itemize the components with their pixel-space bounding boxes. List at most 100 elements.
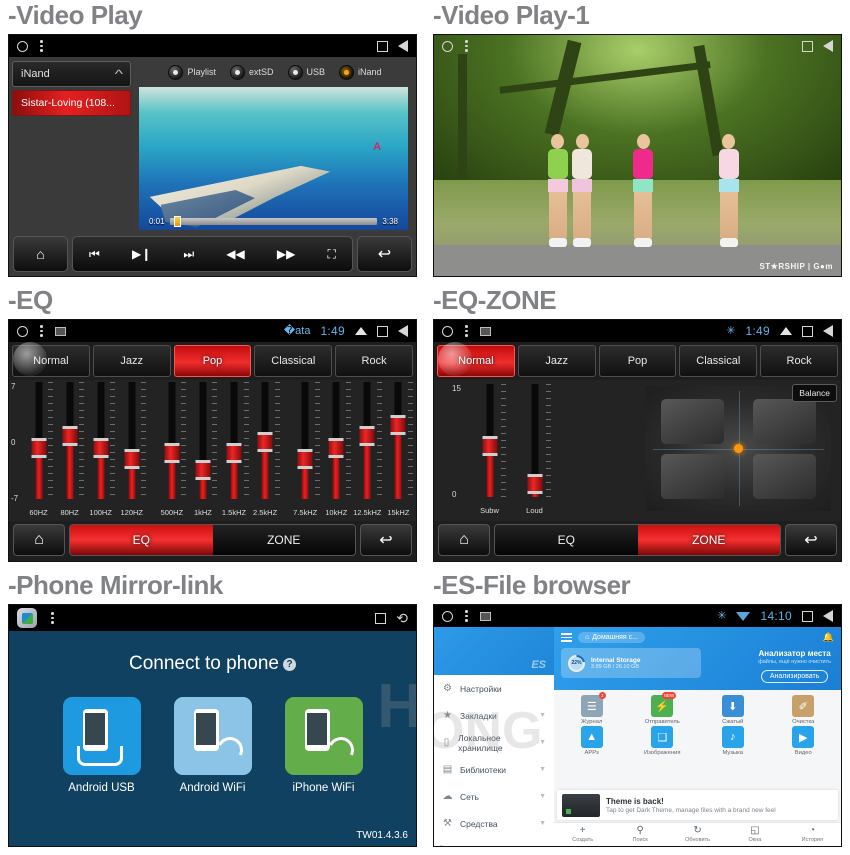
sidebar-item-device[interactable]: ▯ Локальное хранилище ▼	[434, 729, 554, 756]
recents-square-icon[interactable]	[377, 40, 388, 52]
back-triangle-icon[interactable]	[823, 325, 833, 337]
back-button[interactable]: ↩	[785, 524, 837, 556]
slider-knob[interactable]	[62, 426, 78, 447]
zone-slider-loud[interactable]: Loud	[517, 384, 552, 517]
back-triangle-icon[interactable]	[398, 325, 408, 337]
overflow-menu-icon[interactable]	[465, 40, 468, 52]
help-icon[interactable]: ?	[283, 658, 296, 671]
slider-knob[interactable]	[226, 443, 242, 464]
tile-iphone-wifi[interactable]: iPhone WiFi	[284, 697, 363, 794]
overflow-menu-icon[interactable]	[465, 610, 468, 622]
theme-banner[interactable]: Theme is back! Tap to get Dark Theme, ma…	[557, 790, 838, 820]
back-triangle-icon[interactable]	[823, 610, 833, 622]
app-tile-музыка[interactable]: ♪ Музыка	[698, 726, 768, 756]
slider-knob[interactable]	[31, 437, 47, 458]
eq-band-1khz[interactable]: 1kHZ	[187, 382, 218, 519]
tile-android-usb[interactable]: Android USB	[62, 697, 141, 794]
back-button[interactable]: ↩	[360, 524, 412, 556]
eq-band-120hz[interactable]: 120HZ	[116, 382, 147, 519]
slider-knob[interactable]	[93, 437, 109, 458]
source-radio-inand[interactable]: iNand	[339, 64, 382, 80]
play-pause-icon[interactable]: ▶❙	[132, 247, 151, 261]
tab-zone[interactable]: ZONE	[212, 525, 355, 555]
slider-knob[interactable]	[482, 436, 497, 457]
sidebar-item-wrench[interactable]: ⚒ Средства ▼	[434, 810, 554, 837]
source-radio-extsd[interactable]: extSD	[229, 64, 274, 80]
back-rotate-icon[interactable]: ⟲	[396, 610, 408, 627]
notification-bell-icon[interactable]: 🔔	[823, 632, 834, 643]
eq-band-60hz[interactable]: 60HZ	[23, 382, 54, 519]
home-circle-icon[interactable]	[442, 40, 453, 52]
eq-band-2.5khz[interactable]: 2.5kHZ	[250, 382, 281, 519]
sidebar-item-star[interactable]: ★ Закладки ▼	[434, 702, 554, 729]
tab-eq[interactable]: EQ	[70, 525, 213, 555]
seek-bar[interactable]	[169, 216, 378, 227]
app-tile-видео[interactable]: ▶ Видео	[769, 726, 839, 756]
slider-knob[interactable]	[164, 443, 180, 464]
bottom-nav-создать[interactable]: + Создать	[554, 823, 611, 846]
storage-card[interactable]: 22% Internal Storage 3.89 GB / 26.10 GB	[561, 648, 701, 678]
eq-preset-pop[interactable]: Pop	[173, 345, 252, 377]
playlist-item-selected[interactable]: Sistar-Loving (108...	[12, 90, 131, 116]
tab-eq[interactable]: EQ	[495, 525, 638, 555]
recents-square-icon[interactable]	[377, 325, 388, 337]
source-radio-usb[interactable]: USB	[287, 64, 325, 80]
slider-knob[interactable]	[328, 437, 344, 458]
tile-android-wifi[interactable]: Android WiFi	[173, 697, 252, 794]
tab-zone[interactable]: ZONE	[637, 525, 780, 555]
recents-square-icon[interactable]	[375, 612, 387, 624]
prev-track-icon[interactable]: ⏮	[89, 247, 100, 262]
eq-preset-classical[interactable]: Classical	[679, 345, 758, 377]
app-tile-apps[interactable]: ▲ APPs	[557, 726, 627, 756]
slider-knob[interactable]	[297, 449, 313, 469]
overflow-menu-icon[interactable]	[40, 325, 43, 337]
rewind-icon[interactable]: ◀◀	[226, 247, 244, 261]
sidebar-toggle[interactable]	[527, 845, 546, 846]
app-tile-изображения[interactable]: ❑ Изображения	[628, 726, 698, 756]
eject-up-icon[interactable]	[780, 327, 792, 335]
slider-knob[interactable]	[195, 460, 211, 481]
home-circle-icon[interactable]	[17, 325, 28, 337]
bottom-nav-история[interactable]: ◔ История	[784, 823, 841, 846]
overflow-menu-icon[interactable]	[465, 325, 468, 337]
app-tile-очистка[interactable]: ✐ Очистка	[769, 695, 839, 725]
overflow-menu-icon[interactable]	[51, 612, 54, 624]
recents-square-icon[interactable]	[802, 325, 813, 337]
app-tile-отправитель[interactable]: ⚡ NEW Отправитель	[628, 692, 698, 725]
home-button[interactable]: ⌂	[13, 524, 65, 556]
breadcrumb[interactable]: ⌂ Домашняя с...	[578, 632, 645, 643]
eq-preset-jazz[interactable]: Jazz	[92, 345, 171, 377]
eject-up-icon[interactable]	[355, 327, 367, 335]
eq-preset-normal[interactable]: Normal	[437, 345, 515, 377]
home-circle-icon[interactable]	[442, 610, 453, 622]
home-circle-icon[interactable]	[442, 325, 453, 337]
app-tile-журнал[interactable]: ☰ 3 Журнал	[557, 692, 627, 725]
back-triangle-icon[interactable]	[823, 40, 833, 52]
seek-knob[interactable]	[173, 216, 181, 227]
back-button[interactable]: ↩	[357, 236, 412, 272]
next-track-icon[interactable]: ⏭	[183, 247, 194, 262]
home-button[interactable]: ⌂	[438, 524, 490, 556]
slider-knob[interactable]	[390, 414, 406, 435]
slider-knob[interactable]	[359, 426, 375, 447]
fast-forward-icon[interactable]: ▶▶	[277, 247, 295, 261]
eq-band-12.5khz[interactable]: 12.5kHZ	[352, 382, 383, 519]
eq-band-500hz[interactable]: 500HZ	[156, 382, 187, 519]
home-circle-icon[interactable]	[17, 40, 28, 52]
recents-square-icon[interactable]	[802, 610, 813, 622]
slider-knob[interactable]	[527, 474, 542, 495]
home-button[interactable]: ⌂	[13, 236, 68, 272]
analyze-button[interactable]: Анализировать	[760, 670, 829, 683]
eq-preset-classical[interactable]: Classical	[254, 345, 333, 377]
eq-preset-pop[interactable]: Pop	[598, 345, 677, 377]
sidebar-item-trash[interactable]: Ὕ1 Корзина	[434, 837, 554, 846]
app-tile-сжатый[interactable]: ⬇ Сжатый	[698, 695, 768, 725]
screenshot-icon[interactable]	[479, 611, 491, 621]
recents-square-icon[interactable]	[802, 40, 813, 52]
sidebar-item-gear[interactable]: ⚙ Настройки	[434, 675, 554, 702]
zone-slider-subw[interactable]: Subw	[472, 384, 507, 517]
balance-position-dot[interactable]	[734, 444, 743, 453]
eq-preset-rock[interactable]: Rock	[335, 345, 413, 377]
bottom-nav-поиск[interactable]: ⚲ Поиск	[611, 823, 668, 846]
sidebar-item-network[interactable]: ☁ Сеть ▼	[434, 783, 554, 810]
